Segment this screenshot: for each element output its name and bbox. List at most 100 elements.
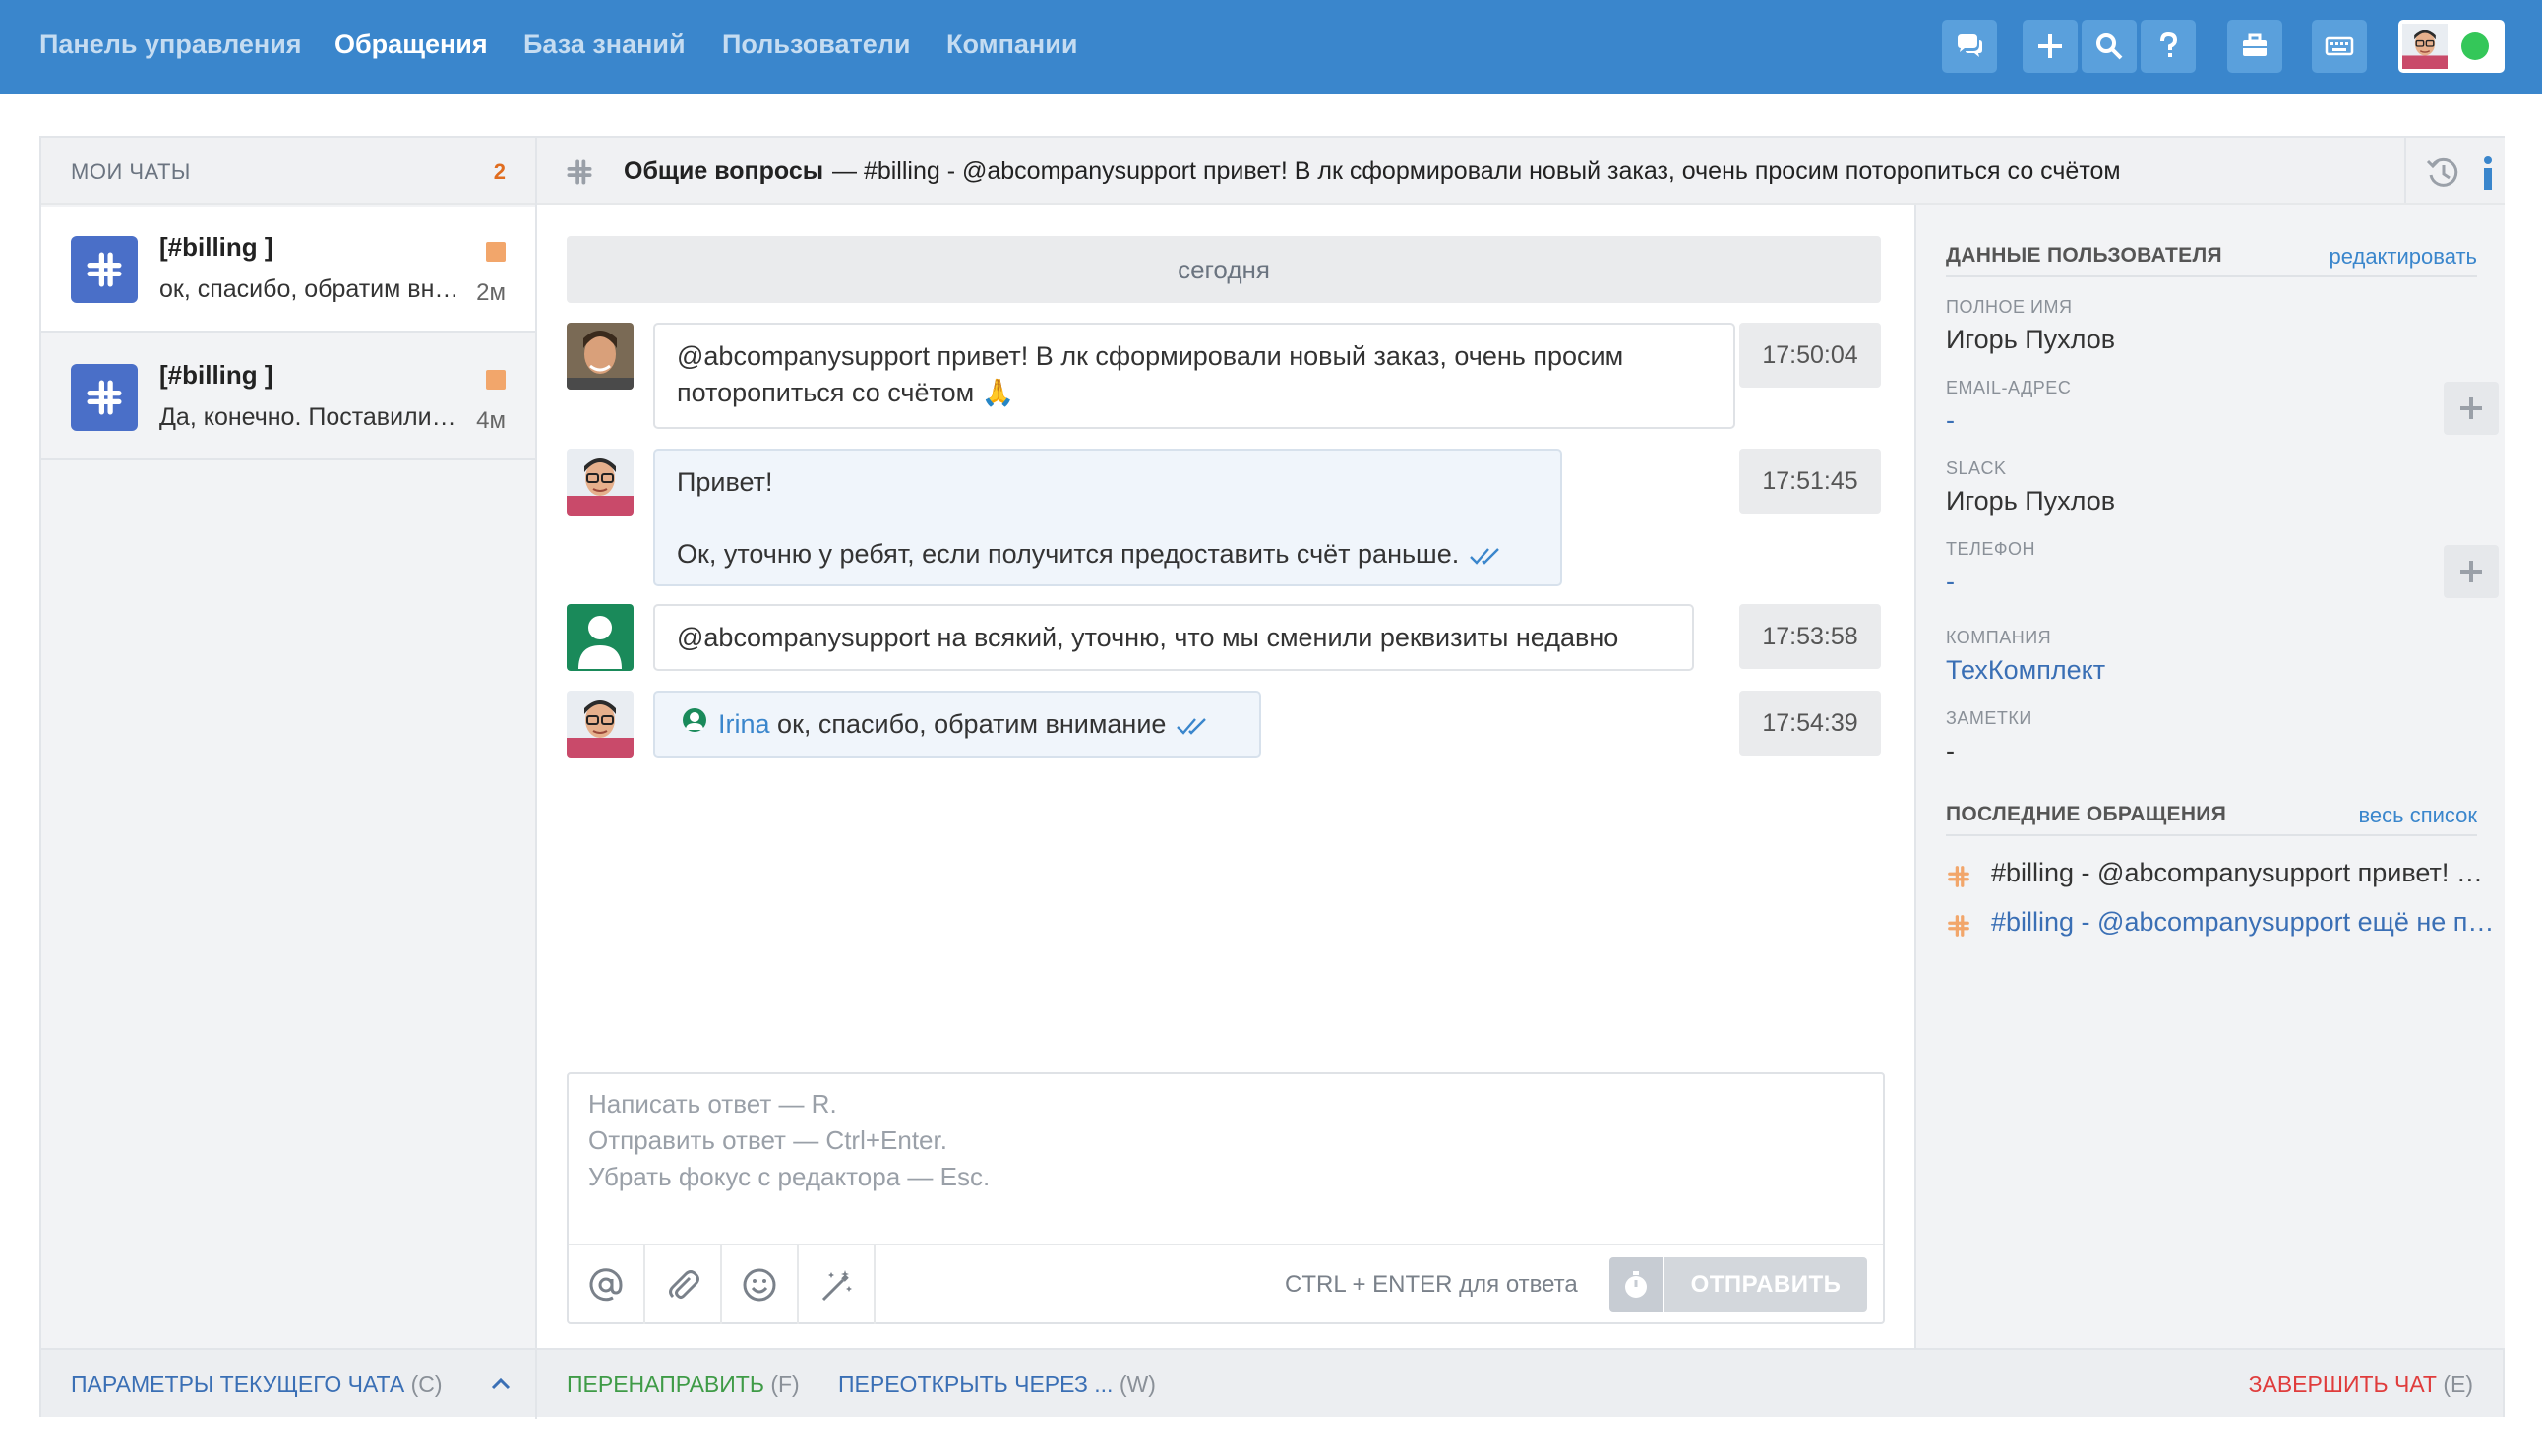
shortcut-key: (C) <box>410 1371 443 1397</box>
nav-tickets[interactable]: Обращения <box>334 30 488 60</box>
nav-users[interactable]: Пользователи <box>722 30 910 60</box>
recent-ticket-title: #billing - @abcompanysupport ещё не приш… <box>1991 907 2497 937</box>
nav-knowledge-base[interactable]: База знаний <box>523 30 686 60</box>
forward-label: ПЕРЕНАПРАВИТЬ <box>567 1371 764 1397</box>
my-chats-title: МОИ ЧАТЫ <box>71 159 191 184</box>
field-label: ЗАМЕТКИ <box>1946 708 2032 728</box>
message-bubble: Irina ок, спасибо, обратим внимание <box>653 691 1261 758</box>
finish-label: ЗАВЕРШИТЬ ЧАТ <box>2248 1371 2437 1397</box>
read-checkmark-icon <box>1176 716 1211 736</box>
keyboard-icon <box>2325 36 2354 56</box>
plus-icon <box>2460 561 2482 582</box>
company-link[interactable]: ТехКомплект <box>1946 655 2105 686</box>
emoji-button[interactable] <box>722 1245 799 1324</box>
mention-button[interactable] <box>569 1245 645 1324</box>
briefcase-icon <box>2243 33 2267 56</box>
chat-params-label: ПАРАМЕТРЫ ТЕКУЩЕГО ЧАТА <box>71 1371 405 1397</box>
smile-icon <box>743 1268 776 1302</box>
chat-params-button[interactable]: ПАРАМЕТРЫ ТЕКУЩЕГО ЧАТА (C) <box>71 1371 443 1398</box>
attach-button[interactable] <box>645 1245 722 1324</box>
history-icon[interactable] <box>2424 153 2463 193</box>
user-data-section-header: ДАННЫЕ ПОЛЬЗОВАТЕЛЯ редактировать <box>1946 242 2477 277</box>
create-button[interactable] <box>2023 20 2078 73</box>
chat-last-message: Да, конечно. Поставили в приоритет <box>159 403 460 431</box>
keyboard-shortcuts-button[interactable] <box>2312 20 2367 73</box>
recent-ticket-item[interactable]: #billing - @abcompanysupport привет! В л… <box>1946 858 2497 888</box>
email-value: - <box>1946 405 1955 435</box>
message-text: ок, спасибо, обратим внимание <box>777 709 1167 739</box>
stopwatch-icon <box>1625 1271 1647 1298</box>
day-separator: сегодня <box>567 236 1881 303</box>
conversation-subject: — #billing - @abcompanysupport привет! В… <box>832 157 2121 185</box>
reply-composer[interactable]: Написать ответ — R. Отправить ответ — Ct… <box>567 1072 1885 1324</box>
help-button[interactable] <box>2141 20 2196 73</box>
message-bubble: @abcompanysupport на всякий, уточню, что… <box>653 604 1694 671</box>
recent-tickets-section-header: ПОСЛЕДНИЕ ОБРАЩЕНИЯ весь список <box>1946 801 2477 836</box>
paperclip-icon <box>669 1270 699 1299</box>
message-text: @abcompanysupport на всякий, уточню, что… <box>677 623 1619 652</box>
edit-user-link[interactable]: редактировать <box>2330 244 2478 270</box>
top-navigation-bar: Панель управления Обращения База знаний … <box>0 0 2542 94</box>
message-text: поторопиться со счётом 🙏 <box>677 378 1015 407</box>
search-button[interactable] <box>2082 20 2137 73</box>
message-time: 17:54:39 <box>1739 691 1881 756</box>
composer-toolbar: CTRL + ENTER для ответа ОТПРАВИТЬ <box>569 1244 1883 1324</box>
section-title: ДАННЫЕ ПОЛЬЗОВАТЕЛЯ <box>1946 244 2222 267</box>
user-info-panel: ДАННЫЕ ПОЛЬЗОВАТЕЛЯ редактировать ПОЛНОЕ… <box>1914 205 2505 1348</box>
person-icon <box>578 616 622 669</box>
unread-marker <box>486 242 506 262</box>
reopen-label: ПЕРЕОТКРЫТЬ ЧЕРЕЗ ... <box>838 1371 1114 1397</box>
field-label: ТЕЛЕФОН <box>1946 539 2036 559</box>
person-icon <box>683 708 706 732</box>
chevron-up-icon[interactable] <box>490 1375 512 1391</box>
send-controls: ОТПРАВИТЬ <box>1609 1257 1867 1312</box>
nav-companies[interactable]: Компании <box>946 30 1077 60</box>
slack-value: Игорь Пухлов <box>1946 486 2116 516</box>
chat-name: [#billing ] <box>159 360 273 390</box>
finish-chat-button[interactable]: ЗАВЕРШИТЬ ЧАТ (E) <box>2249 1371 2473 1398</box>
message-time: 17:53:58 <box>1739 604 1881 669</box>
field-label: SLACK <box>1946 458 2007 478</box>
read-checkmark-icon <box>1469 546 1504 566</box>
operator-avatar <box>567 449 634 516</box>
full-name-value: Игорь Пухлов <box>1946 325 2116 354</box>
divider <box>2404 138 2406 203</box>
field-label: КОМПАНИЯ <box>1946 628 2052 647</box>
plus-icon <box>2038 34 2062 58</box>
recent-ticket-title: #billing - @abcompanysupport привет! В л… <box>1991 858 2497 887</box>
templates-button[interactable] <box>799 1245 876 1324</box>
forward-button[interactable]: ПЕРЕНАПРАВИТЬ (F) <box>567 1371 800 1398</box>
chat-name: [#billing ] <box>159 232 273 262</box>
my-chats-header: МОИ ЧАТЫ 2 <box>41 138 535 205</box>
message-text: @abcompanysupport привет! В лк сформиров… <box>677 341 1624 371</box>
reopen-later-button[interactable]: ПЕРЕОТКРЫТЬ ЧЕРЕЗ ... (W) <box>838 1371 1156 1398</box>
reply-input-placeholder[interactable]: Написать ответ — R. Отправить ответ — Ct… <box>588 1086 990 1195</box>
add-phone-button[interactable] <box>2444 545 2499 598</box>
unread-marker <box>486 370 506 390</box>
notes-value: - <box>1946 736 1955 765</box>
my-chats-count: 2 <box>493 159 506 184</box>
all-tickets-link[interactable]: весь список <box>2358 803 2477 828</box>
briefcase-button[interactable] <box>2227 20 2282 73</box>
chat-list-item[interactable]: [#billing ] ок, спасибо, обратим внимани… <box>41 207 535 333</box>
nav-dashboard[interactable]: Панель управления <box>39 30 302 60</box>
help-icon <box>2160 31 2178 57</box>
send-button[interactable]: ОТПРАВИТЬ <box>1664 1257 1867 1312</box>
chats-button[interactable] <box>1942 20 1997 73</box>
field-label: EMAIL-АДРЕС <box>1946 378 2072 397</box>
profile-menu-button[interactable] <box>2398 20 2505 73</box>
section-title: ПОСЛЕДНИЕ ОБРАЩЕНИЯ <box>1946 803 2227 825</box>
mention-link[interactable]: Irina <box>718 709 770 739</box>
recent-ticket-item[interactable]: #billing - @abcompanysupport ещё не приш… <box>1946 907 2497 938</box>
slack-icon <box>565 157 594 187</box>
delayed-send-button[interactable] <box>1609 1257 1663 1312</box>
info-icon[interactable] <box>2473 153 2503 193</box>
chat-list-item[interactable]: [#billing ] Да, конечно. Поставили в при… <box>41 334 535 460</box>
conversation-title: Общие вопросы <box>624 157 824 185</box>
add-email-button[interactable] <box>2444 382 2499 435</box>
message-text: Привет! <box>677 467 773 497</box>
chat-time: 2м <box>476 279 506 306</box>
slack-icon <box>1946 864 1971 888</box>
chat-icon <box>1958 34 1982 57</box>
send-shortcut-hint: CTRL + ENTER для ответа <box>1285 1271 1578 1298</box>
